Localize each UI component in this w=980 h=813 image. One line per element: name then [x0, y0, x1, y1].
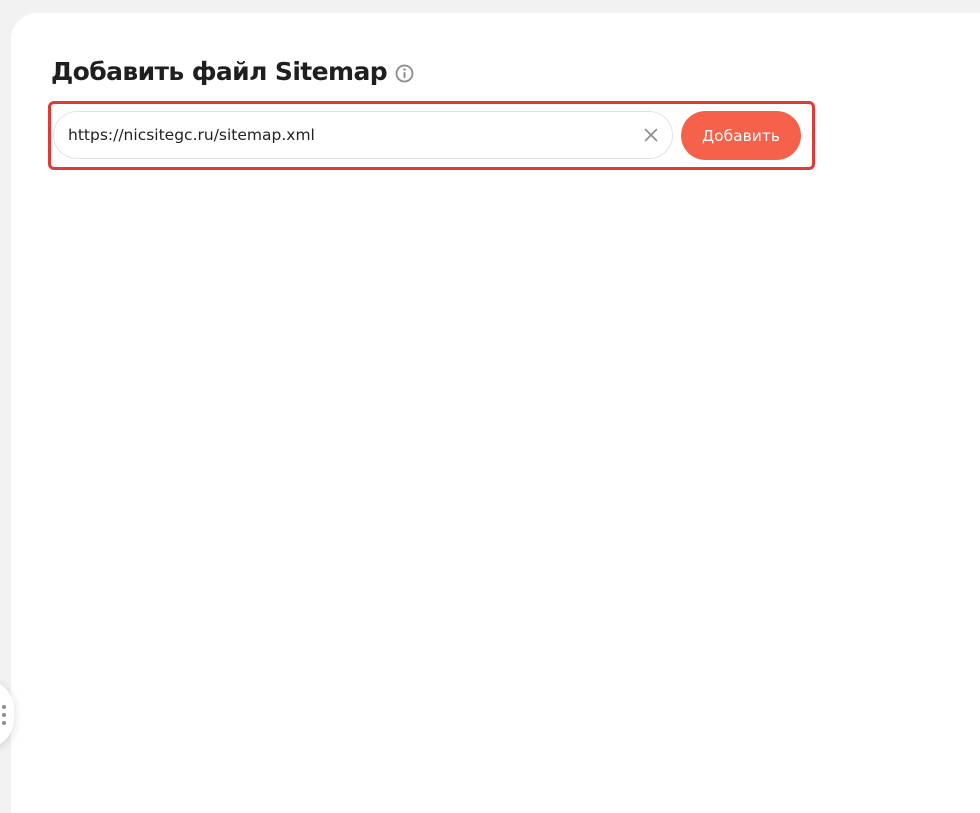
info-icon[interactable]: [395, 64, 414, 83]
close-icon: [644, 128, 658, 142]
section-header: Добавить файл Sitemap: [51, 54, 414, 88]
sitemap-url-field: [53, 111, 673, 159]
page-title: Добавить файл Sitemap: [51, 56, 388, 86]
sitemap-url-input[interactable]: [68, 112, 628, 158]
clear-input-button[interactable]: [641, 125, 661, 145]
add-sitemap-button[interactable]: Добавить: [681, 111, 801, 160]
drag-handle-icon[interactable]: [2, 705, 6, 725]
